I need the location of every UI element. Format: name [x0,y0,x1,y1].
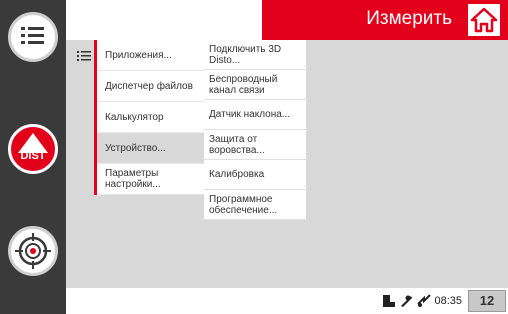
main-menu-button[interactable] [8,12,58,62]
menu-item-device[interactable]: Устройство... [97,133,204,164]
screen: DIST Измерить Приложения... Диспетчер фа… [0,0,508,314]
menu-item-applications[interactable]: Приложения... [97,40,204,71]
menu-item-settings[interactable]: Параметры настройки... [97,164,204,195]
clock: 08:35 [434,295,462,307]
target-button[interactable] [8,226,58,276]
home-button[interactable] [468,4,500,36]
left-rail: DIST [0,0,66,314]
list-menu-icon [21,27,44,44]
measure-label: Измерить [366,8,452,29]
status-bar: 08:35 12 [66,288,508,314]
status-icons [382,292,432,308]
submenu-item-tilt-sensor[interactable]: Датчик наклона... [204,100,306,130]
submenu-item-software[interactable]: Программное обеспечение... [204,190,306,220]
dist-button[interactable]: DIST [8,124,58,174]
battery-icon [383,295,395,307]
dist-label: DIST [20,150,46,162]
top-bar: Измерить [66,0,508,40]
submenu-item-connect-3d-disto[interactable]: Подключить 3D Disto... [204,40,306,70]
measure-tab[interactable]: Измерить [262,0,508,40]
connection-icon [417,294,431,307]
home-icon [470,7,498,33]
submenu-item-theft-protection[interactable]: Защита от воровства... [204,130,306,160]
tilt-icon [401,295,412,307]
submenu-item-wireless[interactable]: Беспроводный канал связи [204,70,306,100]
submenu-item-calibration[interactable]: Калибровка [204,160,306,190]
device-submenu: Подключить 3D Disto... Беспроводный кана… [204,40,306,220]
list-view-icon [76,48,92,64]
page-indicator[interactable]: 12 [468,290,506,312]
target-icon [15,233,51,269]
primary-menu: Приложения... Диспетчер файлов Калькулят… [94,40,204,195]
menu-item-file-manager[interactable]: Диспетчер файлов [97,71,204,102]
menu-item-calculator[interactable]: Калькулятор [97,102,204,133]
dist-measure-icon [18,133,48,153]
